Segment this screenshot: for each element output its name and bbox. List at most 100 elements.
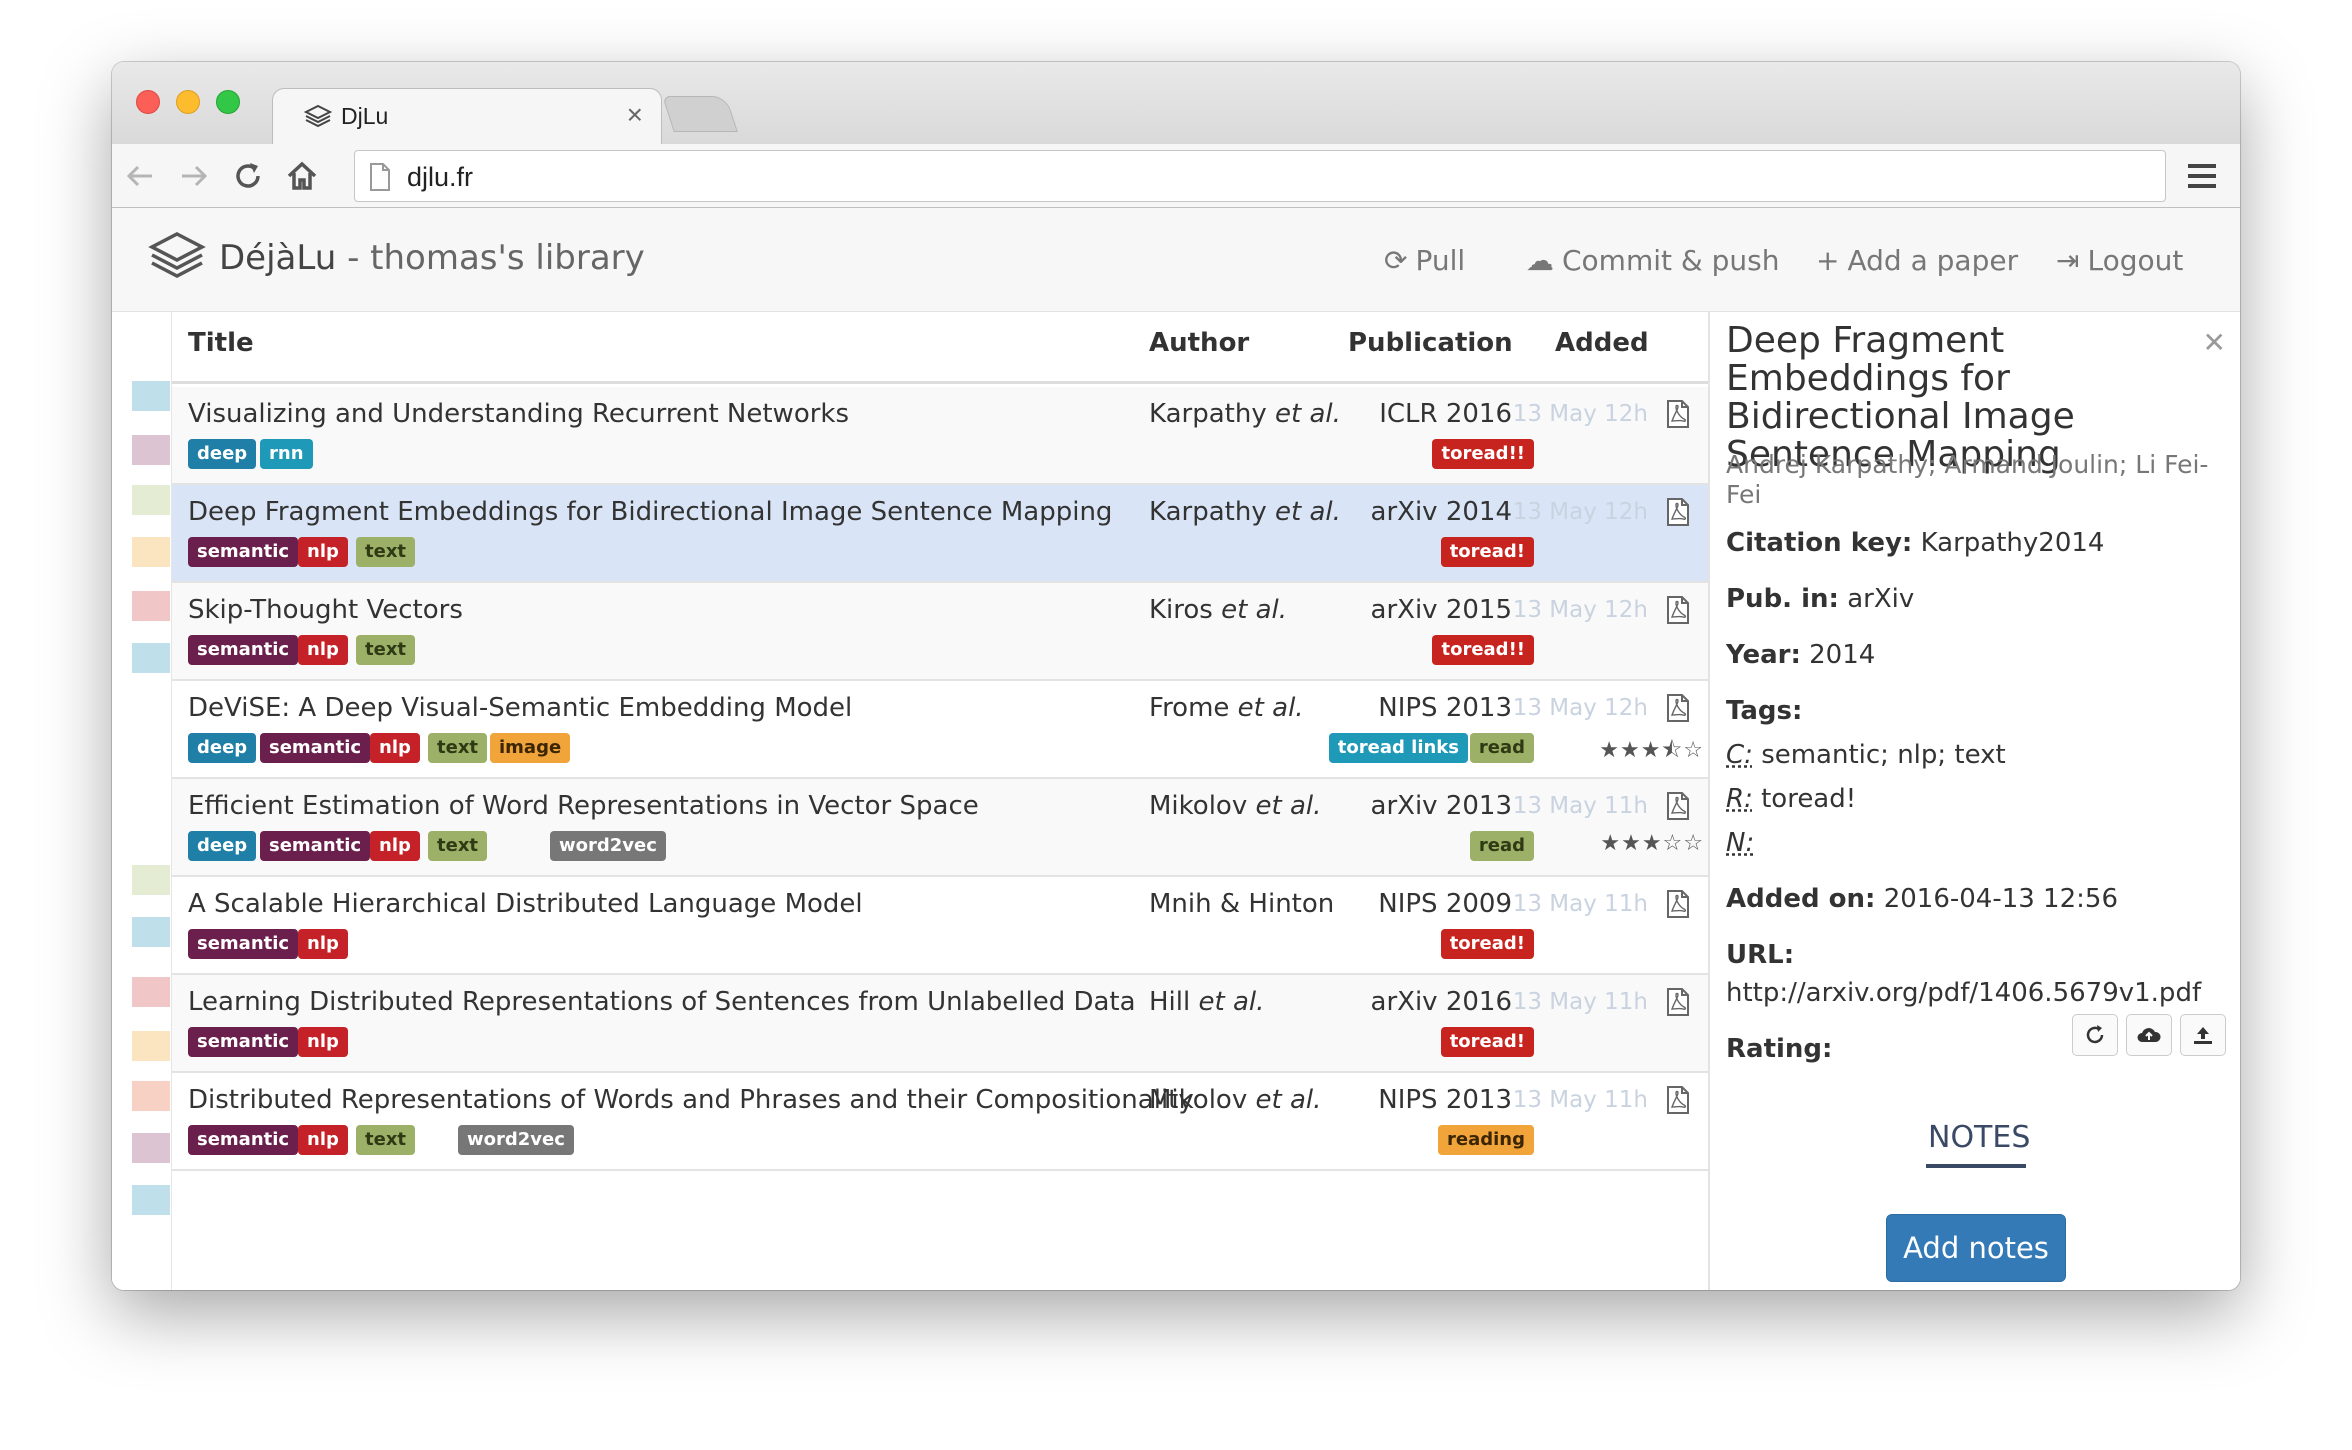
reading-badge[interactable]: reading	[1438, 1125, 1534, 1155]
tag-badge[interactable]: image	[490, 733, 571, 763]
reading-badge[interactable]: toread!!	[1432, 439, 1534, 469]
paper-title[interactable]: Learning Distributed Representations of …	[188, 987, 1136, 1017]
tag-badge[interactable]: rnn	[260, 439, 313, 469]
close-icon[interactable]: ✕	[2203, 326, 2226, 359]
tag-badge[interactable]: nlp	[298, 1027, 348, 1057]
reading-badge[interactable]: toread!	[1440, 929, 1534, 959]
tag-badge[interactable]: semantic	[188, 1125, 299, 1155]
refresh-button[interactable]	[2072, 1014, 2118, 1056]
reading-badge[interactable]: toread!	[1440, 537, 1534, 567]
pdf-icon[interactable]	[1666, 1085, 1690, 1115]
tag-badge[interactable]: deep	[188, 439, 257, 469]
logout-link[interactable]: ⇥ Logout	[2056, 244, 2183, 277]
papers-table: Title Author Publication Added Visualizi…	[172, 312, 1708, 1290]
forward-arrow-icon[interactable]	[176, 158, 212, 194]
tag-badge[interactable]: nlp	[298, 537, 348, 567]
tag-badge[interactable]: nlp	[370, 831, 420, 861]
table-row[interactable]: Efficient Estimation of Word Representat…	[172, 779, 1708, 877]
pdf-icon[interactable]	[1666, 791, 1690, 821]
reading-badge[interactable]: toread!!	[1432, 635, 1534, 665]
tab-notes[interactable]: NOTES	[1928, 1120, 2030, 1155]
paper-added: 13 May 11h	[1512, 891, 1648, 917]
rating-stars[interactable]: ★★★☆☆	[1600, 831, 1704, 856]
paper-url[interactable]: http://arxiv.org/pdf/1406.5679v1.pdf	[1726, 978, 2201, 1008]
browser-tab[interactable]: DjLu ×	[272, 88, 662, 146]
tag-badge[interactable]: word2vec	[550, 831, 666, 861]
tag-badge[interactable]: semantic	[188, 537, 299, 567]
reading-badge[interactable]: toread!	[1440, 1027, 1534, 1057]
add-notes-button[interactable]: Add notes	[1886, 1214, 2066, 1282]
new-tab-button[interactable]	[662, 96, 738, 132]
pdf-icon[interactable]	[1666, 399, 1690, 429]
reading-badge[interactable]: read	[1469, 733, 1534, 763]
tag-badge[interactable]: text	[356, 635, 416, 665]
home-icon[interactable]	[284, 158, 320, 194]
tag-badge[interactable]: nlp	[370, 733, 420, 763]
add-paper-link[interactable]: + Add a paper	[1816, 244, 2018, 277]
tag-badge[interactable]: text	[428, 831, 488, 861]
reading-badge[interactable]: toread links	[1328, 733, 1468, 763]
tag-badge[interactable]: nlp	[298, 635, 348, 665]
hamburger-menu-icon[interactable]	[2186, 160, 2218, 192]
notes-tab-indicator	[1926, 1164, 2026, 1168]
table-row[interactable]: Visualizing and Understanding Recurrent …	[172, 387, 1708, 485]
pdf-icon[interactable]	[1666, 693, 1690, 723]
tag-badge[interactable]: word2vec	[458, 1125, 574, 1155]
rating-stars[interactable]: ★★★⯪☆	[1599, 733, 1704, 771]
tag-badge[interactable]: semantic	[260, 733, 371, 763]
tags-r-value[interactable]: toread!	[1761, 784, 1856, 814]
paper-title[interactable]: Skip-Thought Vectors	[188, 595, 463, 625]
paper-title[interactable]: Deep Fragment Embeddings for Bidirection…	[188, 497, 1112, 527]
commit-push-link[interactable]: ☁ Commit & push	[1526, 244, 1779, 277]
reading-badge[interactable]: read	[1469, 831, 1534, 861]
brand-suffix: - thomas's library	[336, 238, 645, 278]
pdf-icon[interactable]	[1666, 595, 1690, 625]
table-row[interactable]: Deep Fragment Embeddings for Bidirection…	[172, 485, 1708, 583]
close-window-button[interactable]	[136, 90, 160, 114]
tag-badge[interactable]: nlp	[298, 929, 348, 959]
column-added[interactable]: Added	[1555, 328, 1649, 358]
upload-button[interactable]	[2180, 1014, 2226, 1056]
pull-link[interactable]: ⟳ Pull	[1384, 244, 1465, 277]
column-title[interactable]: Title	[188, 328, 254, 358]
column-author[interactable]: Author	[1149, 328, 1249, 358]
table-row[interactable]: A Scalable Hierarchical Distributed Lang…	[172, 877, 1708, 975]
column-publication[interactable]: Publication	[1348, 328, 1513, 358]
tag-badge[interactable]: semantic	[188, 635, 299, 665]
address-bar[interactable]: djlu.fr	[354, 150, 2166, 202]
paper-added: 13 May 12h	[1512, 695, 1648, 721]
tag-badge[interactable]: semantic	[188, 1027, 299, 1057]
table-row[interactable]: Learning Distributed Representations of …	[172, 975, 1708, 1073]
author-etal: et al.	[1247, 791, 1322, 821]
minimize-window-button[interactable]	[176, 90, 200, 114]
tag-badge[interactable]: text	[356, 1125, 416, 1155]
table-row[interactable]: Distributed Representations of Words and…	[172, 1073, 1708, 1171]
paper-publication: arXiv 2013	[1370, 791, 1512, 821]
paper-title[interactable]: Distributed Representations of Words and…	[188, 1085, 1194, 1115]
back-arrow-icon[interactable]	[122, 158, 158, 194]
tag-badge[interactable]: nlp	[298, 1125, 348, 1155]
pdf-icon[interactable]	[1666, 889, 1690, 919]
paper-title[interactable]: Visualizing and Understanding Recurrent …	[188, 399, 849, 429]
tag-badge[interactable]: text	[356, 537, 416, 567]
app-header: DéjàLu - thomas's library ⟳ Pull ☁ Commit …	[112, 208, 2240, 312]
tag-badge[interactable]: semantic	[188, 929, 299, 959]
brand-title[interactable]: DéjàLu - thomas's library	[219, 238, 645, 278]
url-text[interactable]: djlu.fr	[407, 162, 473, 193]
paper-title[interactable]: DeViSE: A Deep Visual-Semantic Embedding…	[188, 693, 852, 723]
paper-title[interactable]: Efficient Estimation of Word Representat…	[188, 791, 979, 821]
table-row[interactable]: DeViSE: A Deep Visual-Semantic Embedding…	[172, 681, 1708, 779]
tag-badge[interactable]: text	[428, 733, 488, 763]
zoom-window-button[interactable]	[216, 90, 240, 114]
paper-title[interactable]: A Scalable Hierarchical Distributed Lang…	[188, 889, 863, 919]
tags-c-value[interactable]: semantic; nlp; text	[1761, 740, 2006, 770]
tag-badge[interactable]: deep	[188, 831, 257, 861]
reload-icon[interactable]	[230, 158, 266, 194]
pdf-icon[interactable]	[1666, 497, 1690, 527]
tag-badge[interactable]: semantic	[260, 831, 371, 861]
tab-close-icon[interactable]: ×	[627, 99, 643, 131]
tag-badge[interactable]: deep	[188, 733, 257, 763]
cloud-upload-button[interactable]	[2126, 1014, 2172, 1056]
pdf-icon[interactable]	[1666, 987, 1690, 1017]
table-row[interactable]: Skip-Thought Vectors semantic nlp text Kiros…	[172, 583, 1708, 681]
